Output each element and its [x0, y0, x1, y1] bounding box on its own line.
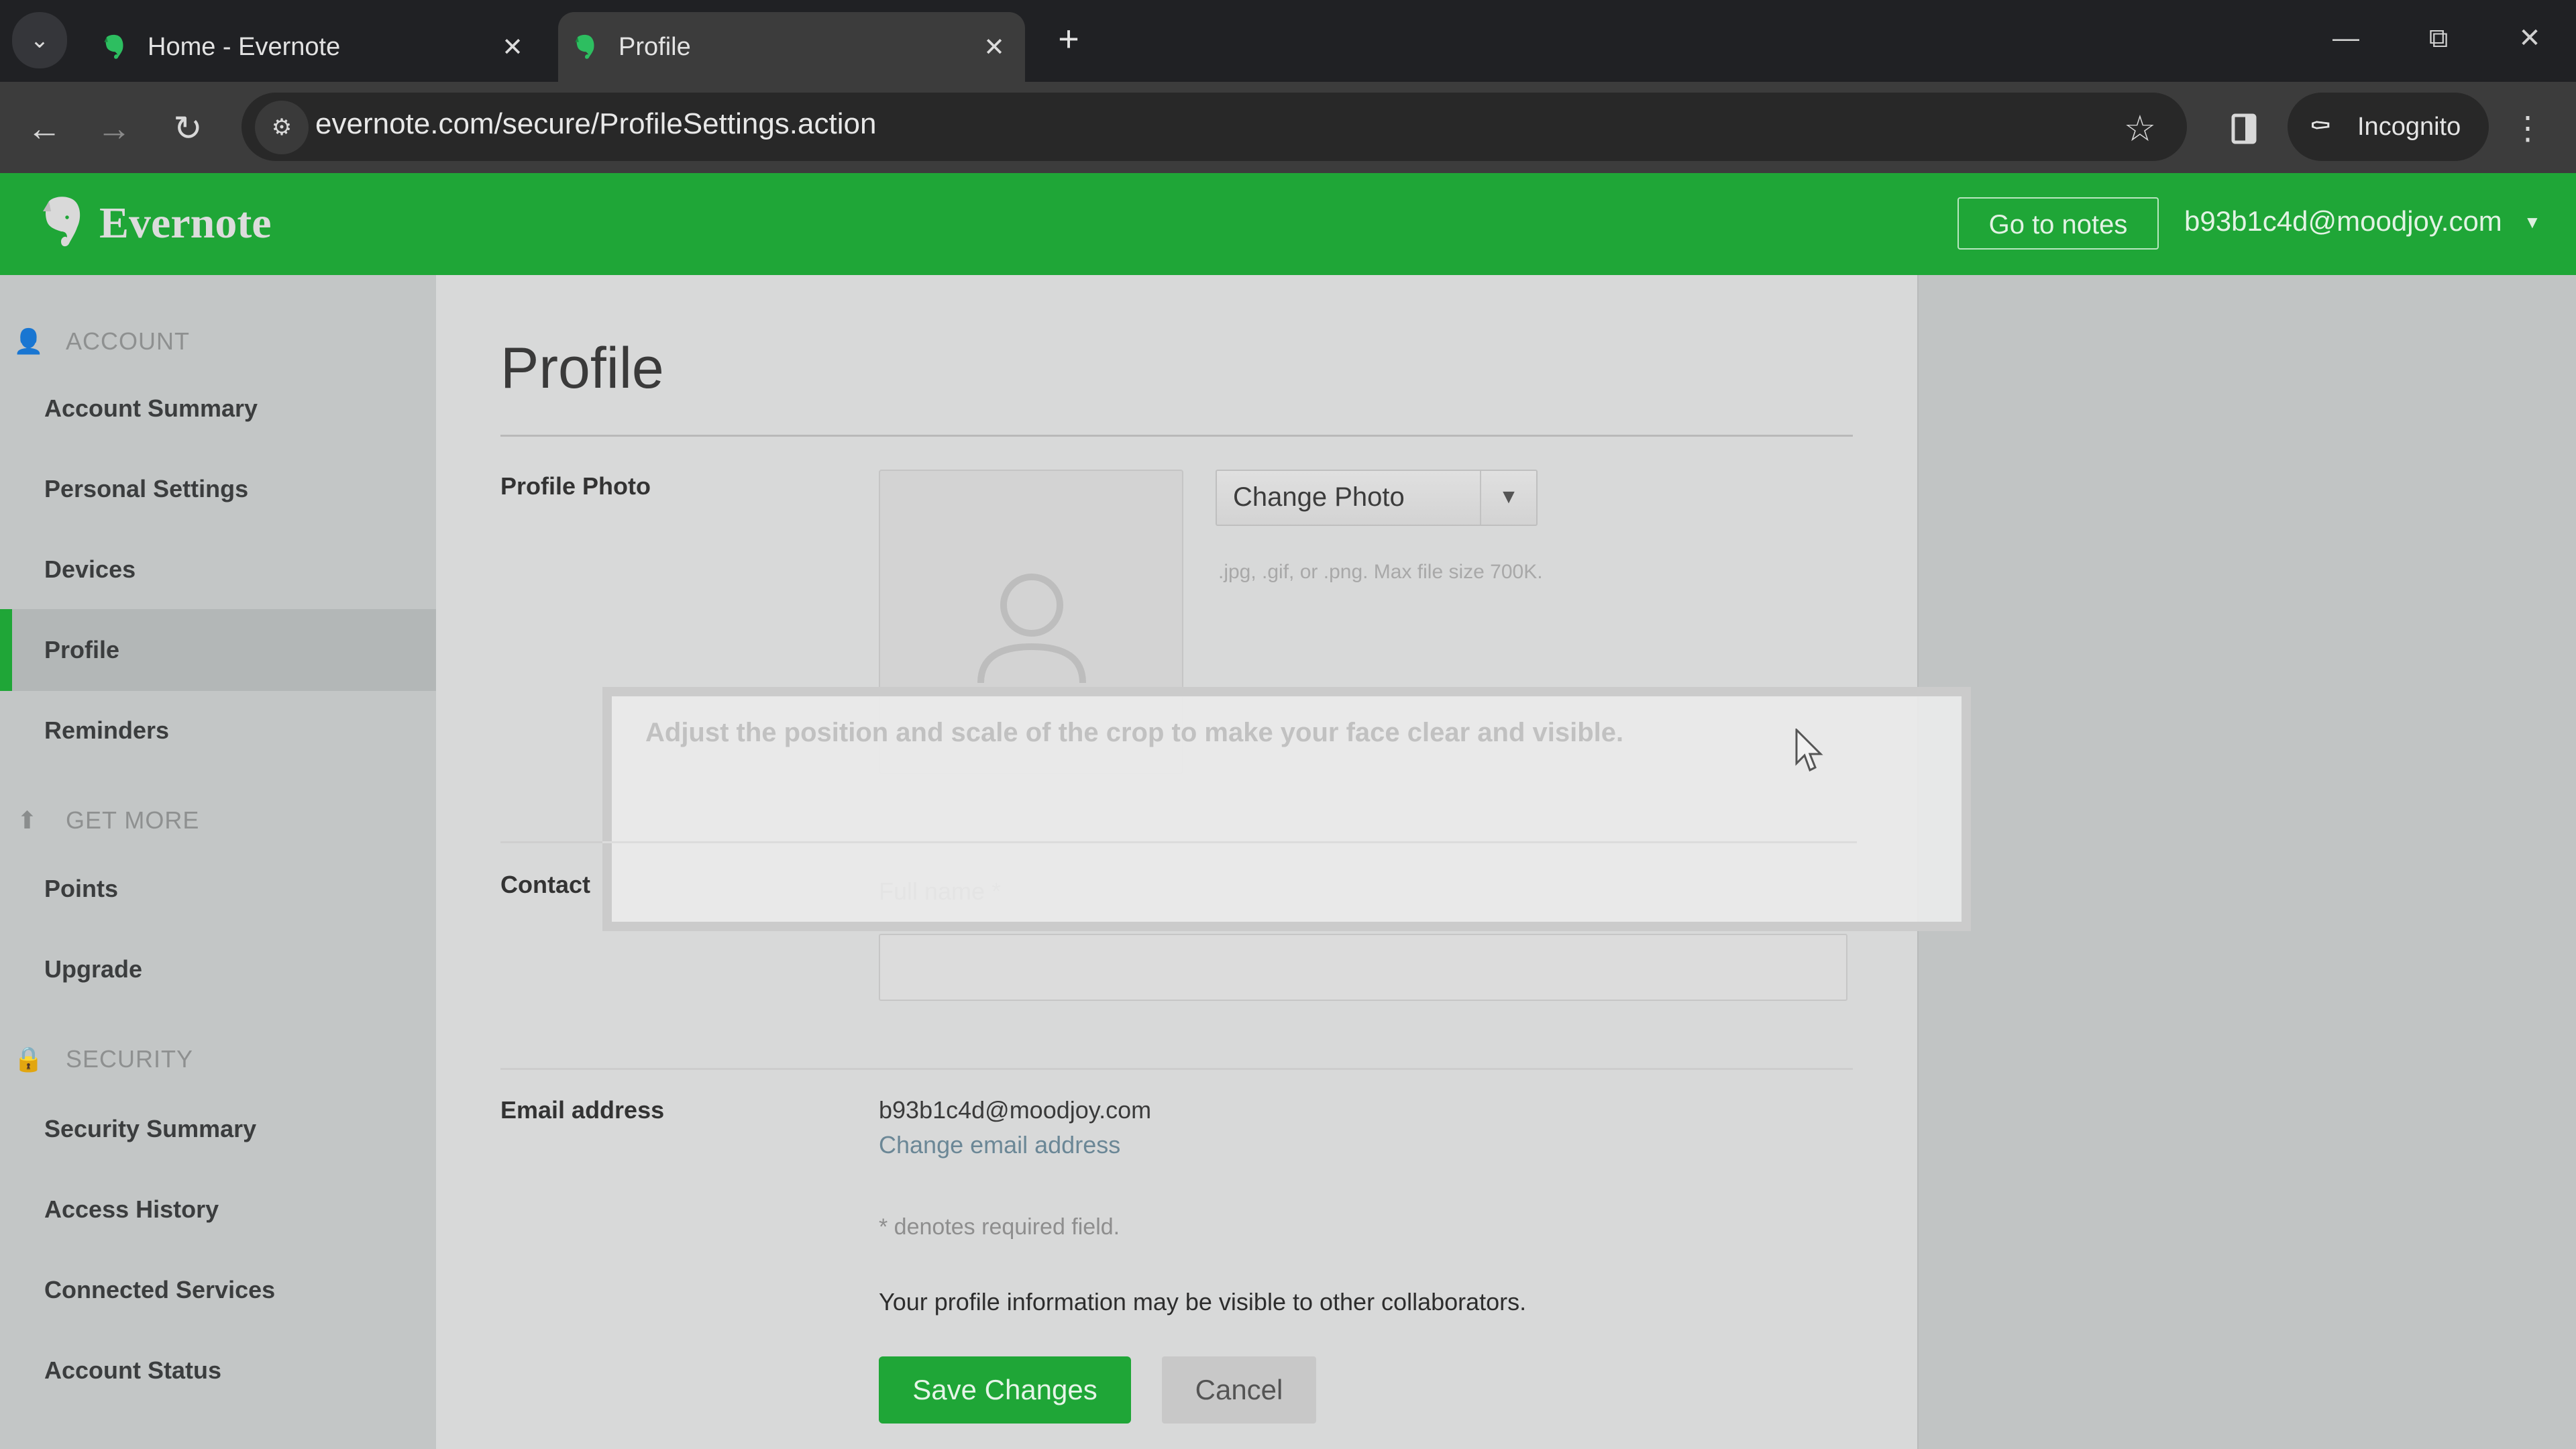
- crop-hint-text: Adjust the position and scale of the cro…: [645, 718, 1624, 747]
- email-address-label: Email address: [500, 1096, 665, 1124]
- restore-button[interactable]: ⧉: [2408, 15, 2469, 62]
- sidebar-section-security: 🔒 SECURITY: [13, 1045, 193, 1073]
- brand-name: Evernote: [99, 199, 272, 248]
- sidebar-item-label: Devices: [44, 555, 136, 583]
- sidebar-item-security-summary[interactable]: Security Summary: [0, 1088, 436, 1170]
- forward-button[interactable]: →: [87, 102, 141, 156]
- incognito-label: Incognito: [2357, 112, 2461, 141]
- close-tab-icon[interactable]: ✕: [975, 32, 1013, 62]
- evernote-favicon-icon: [104, 34, 123, 59]
- user-menu[interactable]: b93b1c4d@moodjoy.com: [2184, 205, 2502, 237]
- user-icon: 👤: [13, 327, 44, 355]
- sidebar-item-access-history[interactable]: Access History: [0, 1169, 436, 1250]
- minimize-icon: —: [2332, 23, 2359, 53]
- sidebar-item-connected-services[interactable]: Connected Services: [0, 1249, 436, 1331]
- profile-photo-label: Profile Photo: [500, 472, 651, 500]
- sidebar-item-label: Access History: [44, 1195, 219, 1223]
- contact-label: Contact: [500, 871, 590, 898]
- sidebar-item-devices[interactable]: Devices: [0, 529, 436, 610]
- sidebar-item-label: Points: [44, 875, 119, 902]
- section-divider: [500, 1068, 1853, 1070]
- caret-down-icon[interactable]: ▼: [1480, 471, 1536, 525]
- sidebar-item-label: Personal Settings: [44, 475, 249, 502]
- cancel-button[interactable]: Cancel: [1162, 1356, 1316, 1424]
- back-button[interactable]: ←: [17, 102, 71, 156]
- mouse-cursor-icon: [1795, 729, 1823, 772]
- more-vertical-icon: ⋮: [2512, 111, 2544, 146]
- chevron-down-icon: ⌄: [30, 28, 50, 53]
- section-title: SECURITY: [66, 1045, 194, 1073]
- sidebar-item-points[interactable]: Points: [0, 848, 436, 930]
- lock-icon: 🔒: [13, 1045, 44, 1073]
- new-tab-button[interactable]: +: [1046, 19, 1091, 63]
- save-changes-button[interactable]: Save Changes: [879, 1356, 1131, 1424]
- sidebar-item-account-summary[interactable]: Account Summary: [0, 368, 436, 449]
- tooltip-divider: [602, 841, 1857, 843]
- plus-icon: +: [1058, 19, 1079, 59]
- incognito-icon: ⚰: [2309, 112, 2332, 142]
- sidebar-item-label: Profile: [44, 636, 120, 663]
- sidebar-item-account-status[interactable]: Account Status: [0, 1330, 436, 1411]
- sidebar-item-label: Connected Services: [44, 1276, 276, 1303]
- change-photo-dropdown[interactable]: Change Photo ▼: [1216, 470, 1538, 526]
- incognito-indicator[interactable]: ⚰ Incognito: [2288, 93, 2489, 161]
- site-info-button[interactable]: ⚙: [255, 101, 309, 154]
- url-text[interactable]: evernote.com/secure/ProfileSettings.acti…: [315, 107, 876, 141]
- arrow-up-icon: ⬆: [17, 806, 38, 834]
- sidebar-item-personal-settings[interactable]: Personal Settings: [0, 448, 436, 530]
- close-tab-icon[interactable]: ✕: [494, 32, 531, 62]
- page-title: Profile: [500, 336, 664, 400]
- change-email-link[interactable]: Change email address: [879, 1131, 1120, 1159]
- tab-search-button[interactable]: ⌄: [12, 12, 67, 68]
- arrow-right-icon: →: [97, 109, 131, 148]
- full-name-input[interactable]: [879, 934, 1847, 1001]
- evernote-favicon-icon: [575, 34, 594, 59]
- photo-format-hint: .jpg, .gif, or .png. Max file size 700K.: [1218, 561, 1543, 583]
- sidebar-section-get-more: ⬆ GET MORE: [13, 806, 199, 835]
- required-field-note: * denotes required field.: [879, 1214, 1120, 1240]
- sidebar-item-label: Account Summary: [44, 394, 258, 422]
- sidebar-item-label: Security Summary: [44, 1115, 257, 1142]
- side-panel-icon: [2231, 113, 2257, 144]
- section-title: ACCOUNT: [66, 327, 190, 355]
- sidebar-item-label: Reminders: [44, 716, 170, 744]
- sidebar-section-account: 👤 ACCOUNT: [13, 327, 190, 356]
- close-window-button[interactable]: ✕: [2500, 15, 2560, 62]
- tune-icon: ⚙: [271, 115, 292, 140]
- elephant-logo-icon: [43, 197, 80, 247]
- tab-profile[interactable]: Profile ✕: [558, 12, 1025, 82]
- reload-button[interactable]: ↻: [161, 102, 215, 156]
- sidebar-item-reminders[interactable]: Reminders: [0, 690, 436, 771]
- visibility-note: Your profile information may be visible …: [879, 1288, 1527, 1316]
- arrow-left-icon: ←: [27, 109, 62, 148]
- browser-menu-button[interactable]: ⋮: [2508, 102, 2548, 156]
- email-value: b93b1c4d@moodjoy.com: [879, 1096, 1152, 1124]
- minimize-button[interactable]: —: [2316, 15, 2376, 62]
- sidebar-item-label: Account Status: [44, 1356, 222, 1384]
- sidebar-item-label: Upgrade: [44, 955, 143, 983]
- title-divider: [500, 435, 1853, 437]
- tab-title: Home - Evernote: [148, 32, 341, 61]
- reload-icon: ↻: [173, 109, 203, 148]
- change-photo-label: Change Photo: [1233, 482, 1405, 512]
- bookmark-star-icon[interactable]: ☆: [2113, 102, 2167, 156]
- tab-title: Profile: [619, 32, 691, 61]
- sidebar-item-profile[interactable]: Profile: [0, 609, 436, 691]
- side-panel-button[interactable]: [2217, 102, 2271, 156]
- close-icon: ✕: [2518, 23, 2541, 53]
- section-title: GET MORE: [66, 806, 200, 834]
- sidebar-item-upgrade[interactable]: Upgrade: [0, 928, 436, 1010]
- go-to-notes-button[interactable]: Go to notes: [1957, 197, 2159, 250]
- caret-down-icon[interactable]: ▼: [2524, 212, 2541, 233]
- evernote-logo[interactable]: Evernote: [39, 195, 272, 252]
- tab-home-evernote[interactable]: Home - Evernote ✕: [87, 12, 543, 82]
- page-background: [1917, 275, 2576, 1449]
- restore-icon: ⧉: [2428, 23, 2449, 53]
